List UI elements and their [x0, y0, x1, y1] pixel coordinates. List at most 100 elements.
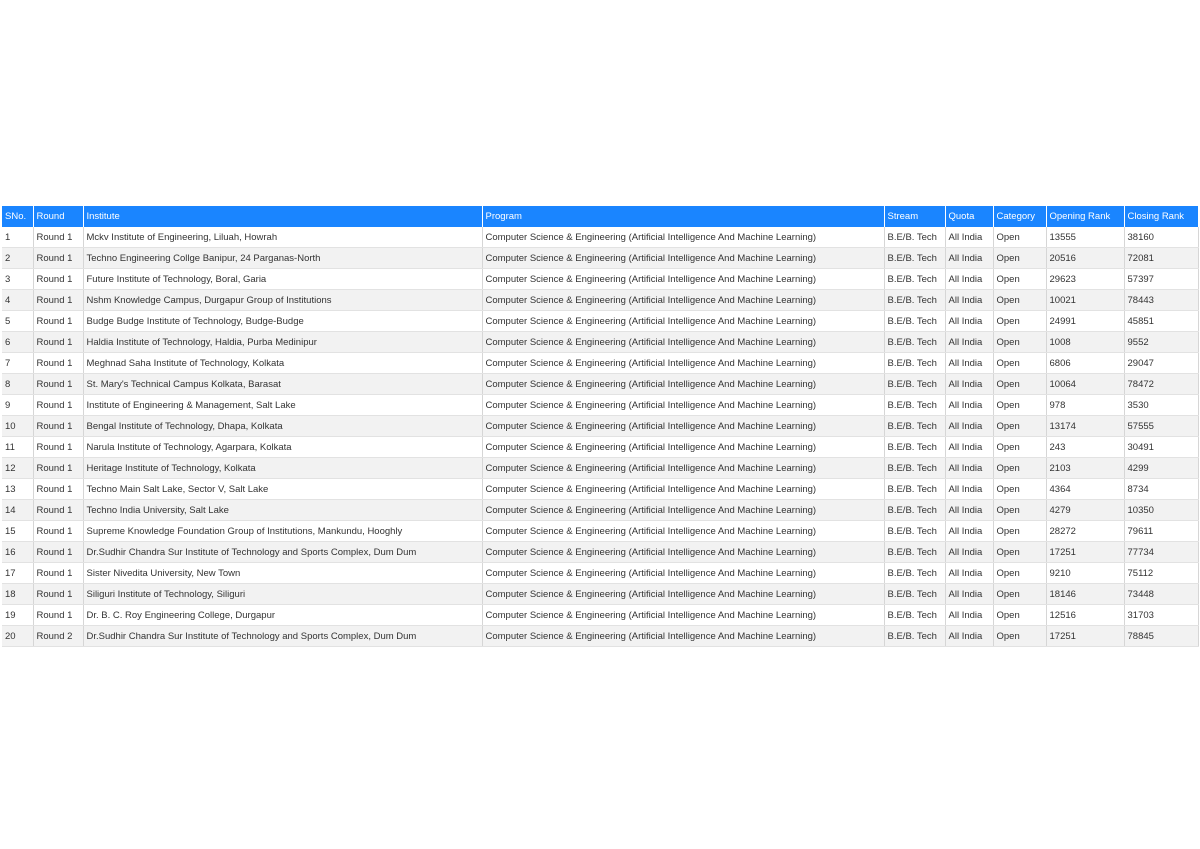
cell-closing-rank: 45851 — [1124, 310, 1199, 332]
header-round[interactable]: Round — [33, 206, 84, 227]
cell-program: Computer Science & Engineering (Artifici… — [482, 457, 885, 479]
cell-sno: 13 — [2, 478, 34, 500]
table-row[interactable]: 8 Round 1 St. Mary's Technical Campus Kolk… — [2, 373, 1199, 395]
cell-quota: All India — [945, 562, 994, 584]
table-row[interactable]: 7 Round 1 Meghnad Saha Institute of Techno… — [2, 352, 1199, 374]
cell-quota: All India — [945, 352, 994, 374]
cell-round: Round 1 — [33, 227, 84, 248]
cell-sno: 17 — [2, 562, 34, 584]
cell-stream: B.E/B. Tech — [884, 478, 946, 500]
cell-category: Open — [993, 415, 1047, 437]
header-program[interactable]: Program — [482, 206, 885, 227]
cell-category: Open — [993, 457, 1047, 479]
table-row[interactable]: 19 Round 1 Dr. B. C. Roy Engineering Colle… — [2, 604, 1199, 626]
cell-institute: Mckv Institute of Engineering, Liluah, H… — [83, 227, 483, 248]
cell-institute: Nshm Knowledge Campus, Durgapur Group of… — [83, 289, 483, 311]
cell-opening-rank: 6806 — [1046, 352, 1125, 374]
table-row[interactable]: 11 Round 1 Narula Institute of Technology,… — [2, 436, 1199, 458]
cell-opening-rank: 243 — [1046, 436, 1125, 458]
cell-category: Open — [993, 520, 1047, 542]
cell-stream: B.E/B. Tech — [884, 457, 946, 479]
table-row[interactable]: 17 Round 1 Sister Nivedita University, New… — [2, 562, 1199, 584]
header-sno[interactable]: SNo. — [2, 206, 34, 227]
cell-institute: Narula Institute of Technology, Agarpara… — [83, 436, 483, 458]
cell-opening-rank: 29623 — [1046, 268, 1125, 290]
cell-opening-rank: 1008 — [1046, 331, 1125, 353]
cell-closing-rank: 38160 — [1124, 227, 1199, 248]
cell-program: Computer Science & Engineering (Artifici… — [482, 227, 885, 248]
cell-quota: All India — [945, 310, 994, 332]
table-row[interactable]: 1 Round 1 Mckv Institute of Engineering, L… — [2, 227, 1199, 248]
table-row[interactable]: 10 Round 1 Bengal Institute of Technology,… — [2, 415, 1199, 437]
cell-sno: 16 — [2, 541, 34, 563]
table-row[interactable]: 5 Round 1 Budge Budge Institute of Technol… — [2, 310, 1199, 332]
cell-sno: 6 — [2, 331, 34, 353]
cell-stream: B.E/B. Tech — [884, 562, 946, 584]
cell-program: Computer Science & Engineering (Artifici… — [482, 373, 885, 395]
cutoff-table: SNo. Round Institute Program Stream Quota Cate… — [2, 206, 1199, 647]
cell-round: Round 1 — [33, 331, 84, 353]
table-row[interactable]: 2 Round 1 Techno Engineering Collge Banipu… — [2, 247, 1199, 269]
table-row[interactable]: 3 Round 1 Future Institute of Technology, … — [2, 268, 1199, 290]
cell-opening-rank: 978 — [1046, 394, 1125, 416]
cell-opening-rank: 18146 — [1046, 583, 1125, 605]
table-row[interactable]: 18 Round 1 Siliguri Institute of Technolog… — [2, 583, 1199, 605]
header-stream[interactable]: Stream — [884, 206, 946, 227]
table-row[interactable]: 4 Round 1 Nshm Knowledge Campus, Durgapur … — [2, 289, 1199, 311]
cell-institute: Siliguri Institute of Technology, Siligu… — [83, 583, 483, 605]
cell-sno: 20 — [2, 625, 34, 647]
table-row[interactable]: 14 Round 1 Techno India University, Salt L… — [2, 499, 1199, 521]
table-row[interactable]: 12 Round 1 Heritage Institute of Technolog… — [2, 457, 1199, 479]
cell-program: Computer Science & Engineering (Artifici… — [482, 436, 885, 458]
header-quota[interactable]: Quota — [945, 206, 994, 227]
cell-opening-rank: 20516 — [1046, 247, 1125, 269]
cell-quota: All India — [945, 436, 994, 458]
cell-institute: Techno India University, Salt Lake — [83, 499, 483, 521]
cell-institute: Budge Budge Institute of Technology, Bud… — [83, 310, 483, 332]
header-closing-rank[interactable]: Closing Rank — [1124, 206, 1199, 227]
table-row[interactable]: 6 Round 1 Haldia Institute of Technology, … — [2, 331, 1199, 353]
cell-closing-rank: 29047 — [1124, 352, 1199, 374]
table-row[interactable]: 13 Round 1 Techno Main Salt Lake, Sector V… — [2, 478, 1199, 500]
header-institute[interactable]: Institute — [83, 206, 483, 227]
table-row[interactable]: 20 Round 2 Dr.Sudhir Chandra Sur Institute… — [2, 625, 1199, 647]
cell-opening-rank: 12516 — [1046, 604, 1125, 626]
cell-round: Round 1 — [33, 520, 84, 542]
cell-institute: Dr.Sudhir Chandra Sur Institute of Techn… — [83, 625, 483, 647]
cell-stream: B.E/B. Tech — [884, 310, 946, 332]
cell-sno: 8 — [2, 373, 34, 395]
cell-category: Open — [993, 394, 1047, 416]
cell-institute: Heritage Institute of Technology, Kolkat… — [83, 457, 483, 479]
cell-institute: Sister Nivedita University, New Town — [83, 562, 483, 584]
cell-round: Round 1 — [33, 373, 84, 395]
table-row[interactable]: 9 Round 1 Institute of Engineering & Manag… — [2, 394, 1199, 416]
cell-quota: All India — [945, 227, 994, 248]
cell-program: Computer Science & Engineering (Artifici… — [482, 247, 885, 269]
cell-opening-rank: 4364 — [1046, 478, 1125, 500]
cell-program: Computer Science & Engineering (Artifici… — [482, 520, 885, 542]
cell-stream: B.E/B. Tech — [884, 227, 946, 248]
cell-quota: All India — [945, 541, 994, 563]
table-row[interactable]: 15 Round 1 Supreme Knowledge Foundation Gr… — [2, 520, 1199, 542]
cell-opening-rank: 17251 — [1046, 625, 1125, 647]
cell-closing-rank: 57555 — [1124, 415, 1199, 437]
cell-sno: 1 — [2, 227, 34, 248]
cell-sno: 3 — [2, 268, 34, 290]
table-row[interactable]: 16 Round 1 Dr.Sudhir Chandra Sur Institute… — [2, 541, 1199, 563]
cell-category: Open — [993, 436, 1047, 458]
cell-round: Round 1 — [33, 436, 84, 458]
cell-category: Open — [993, 247, 1047, 269]
cell-category: Open — [993, 227, 1047, 248]
header-category[interactable]: Category — [993, 206, 1047, 227]
cell-stream: B.E/B. Tech — [884, 604, 946, 626]
cell-quota: All India — [945, 415, 994, 437]
cell-closing-rank: 79611 — [1124, 520, 1199, 542]
cell-program: Computer Science & Engineering (Artifici… — [482, 352, 885, 374]
cell-round: Round 1 — [33, 583, 84, 605]
cell-category: Open — [993, 583, 1047, 605]
cell-quota: All India — [945, 499, 994, 521]
cell-closing-rank: 77734 — [1124, 541, 1199, 563]
cell-quota: All India — [945, 331, 994, 353]
header-opening-rank[interactable]: Opening Rank — [1046, 206, 1125, 227]
cell-quota: All India — [945, 457, 994, 479]
